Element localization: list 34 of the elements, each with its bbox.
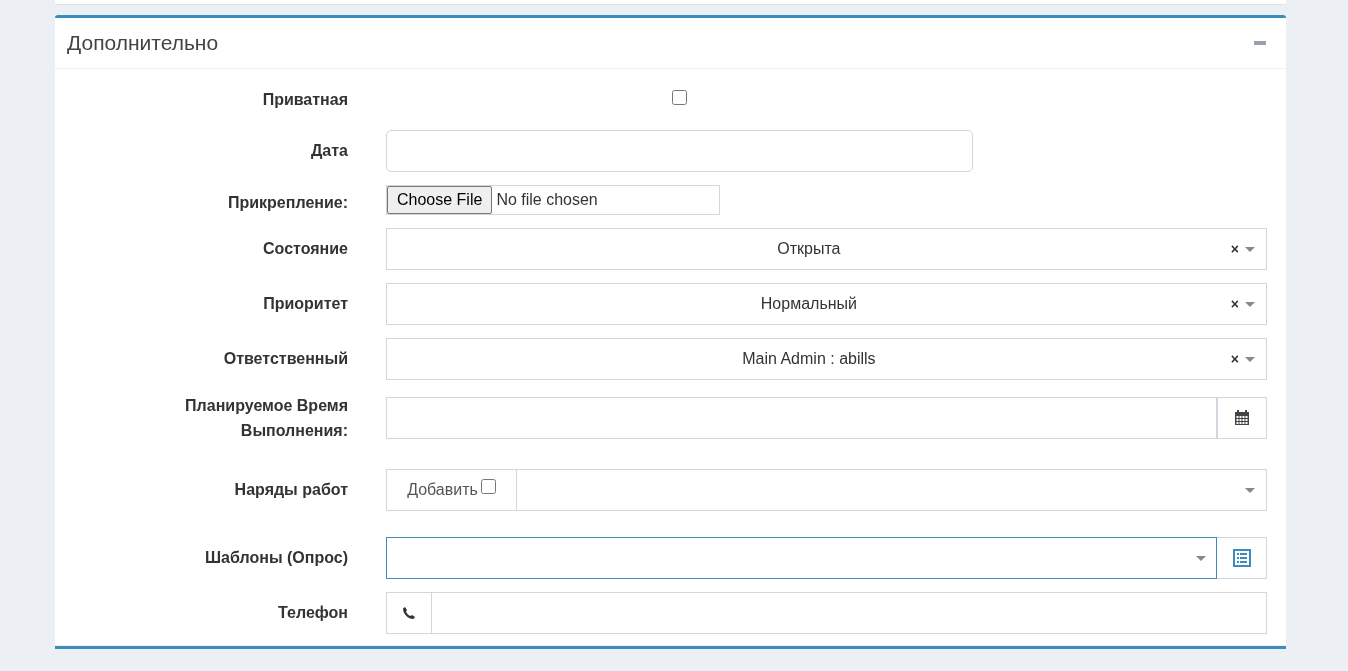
select-field[interactable]: Main Admin : abills × bbox=[386, 338, 1267, 380]
select-field[interactable]: Нормальный × bbox=[386, 283, 1267, 325]
clear-icon[interactable]: × bbox=[1230, 348, 1239, 370]
field-label: Приоритет bbox=[262, 294, 348, 314]
checkbox[interactable] bbox=[672, 89, 687, 105]
field-label: Дата bbox=[309, 141, 348, 161]
add-label: Добавить bbox=[407, 480, 478, 500]
clear-icon[interactable]: × bbox=[1230, 293, 1239, 315]
field-label: Прикрепление: bbox=[226, 193, 348, 213]
calendar-button[interactable] bbox=[1217, 397, 1267, 439]
list-button[interactable] bbox=[1217, 537, 1267, 579]
file-field[interactable]: Choose File No file chosen bbox=[386, 185, 720, 215]
checkbox[interactable] bbox=[480, 478, 496, 494]
select-value: Main Admin : abills bbox=[741, 349, 877, 369]
choose-file-button[interactable]: Choose File bbox=[387, 186, 493, 214]
field-label: Состояние bbox=[262, 239, 348, 259]
select-value: Нормальный bbox=[759, 294, 858, 314]
phone-field[interactable] bbox=[432, 592, 1267, 634]
list-icon bbox=[1232, 549, 1251, 567]
select-field[interactable]: Открыта × bbox=[386, 228, 1267, 270]
field-label: Приватная bbox=[261, 89, 348, 110]
panel-title: Дополнительно bbox=[67, 30, 219, 57]
datetime-field[interactable] bbox=[386, 397, 1217, 439]
field-label: Планируемое Время Выполнения: bbox=[184, 396, 348, 441]
field-label: Ответственный bbox=[222, 349, 348, 369]
field-label: Шаблоны (Опрос) bbox=[204, 548, 348, 568]
phone-icon bbox=[402, 606, 416, 620]
field-label: Наряды работ bbox=[233, 480, 348, 500]
select-value: Открыта bbox=[776, 239, 842, 259]
date-field[interactable] bbox=[386, 130, 973, 172]
calendar-icon bbox=[1234, 410, 1250, 426]
select-field[interactable] bbox=[386, 537, 1217, 579]
clear-icon[interactable]: × bbox=[1230, 238, 1239, 260]
field-label: Телефон bbox=[277, 603, 348, 623]
